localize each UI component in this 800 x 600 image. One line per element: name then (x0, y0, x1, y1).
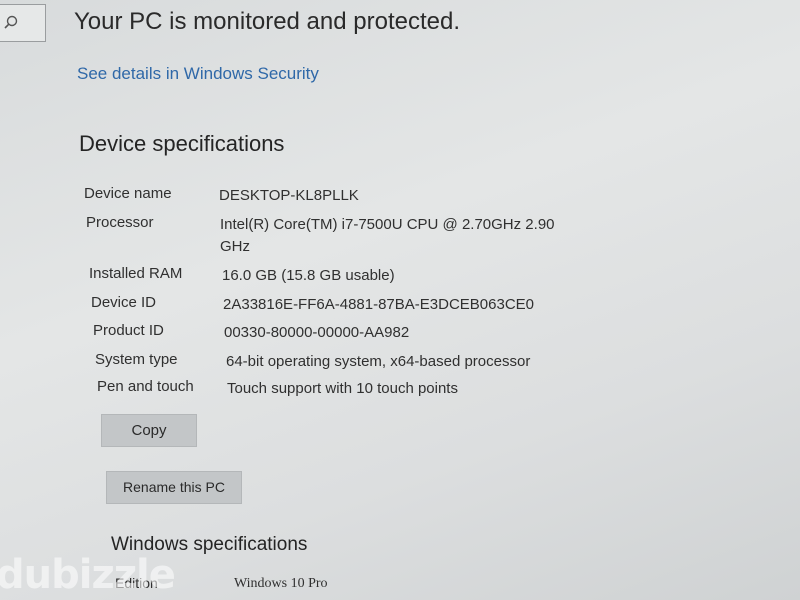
device-specs-title: Device specifications (79, 131, 285, 156)
spec-value-device-id: 2A33816E-FF6A-4881-87BA-E3DCEB063CE0 (223, 296, 535, 313)
spec-label-product-id: Product ID (93, 322, 164, 339)
spec-label-processor: Processor (86, 214, 154, 231)
spec-value-pen-touch: Touch support with 10 touch points (227, 380, 458, 397)
spec-label-pen-touch: Pen and touch (97, 378, 194, 395)
spec-value-product-id: 00330-80000-00000-AA982 (224, 324, 410, 341)
watermark-logo: dubizzle (0, 552, 176, 598)
protection-status-text: Your PC is monitored and protected. (74, 8, 461, 35)
spec-value-installed-ram: 16.0 GB (15.8 GB usable) (222, 267, 395, 284)
spec-label-device-id: Device ID (91, 294, 157, 311)
search-icon (4, 15, 18, 29)
spec-value-system-type: 64-bit operating system, x64-based proce… (226, 353, 531, 370)
rename-pc-button[interactable]: Rename this PC (106, 471, 242, 504)
windows-security-link[interactable]: See details in Windows Security (77, 64, 319, 84)
spec-label-device-name: Device name (84, 185, 172, 202)
spec-value-processor-cont: GHz (220, 238, 250, 255)
spec-value-edition: Windows 10 Pro (234, 576, 328, 591)
spec-value-device-name: DESKTOP-KL8PLLK (219, 187, 359, 204)
search-button[interactable] (0, 4, 46, 42)
copy-button[interactable]: Copy (101, 414, 197, 447)
spec-value-processor: Intel(R) Core(TM) i7-7500U CPU @ 2.70GHz… (220, 216, 555, 233)
spec-label-installed-ram: Installed RAM (89, 265, 183, 282)
spec-label-system-type: System type (95, 351, 178, 368)
